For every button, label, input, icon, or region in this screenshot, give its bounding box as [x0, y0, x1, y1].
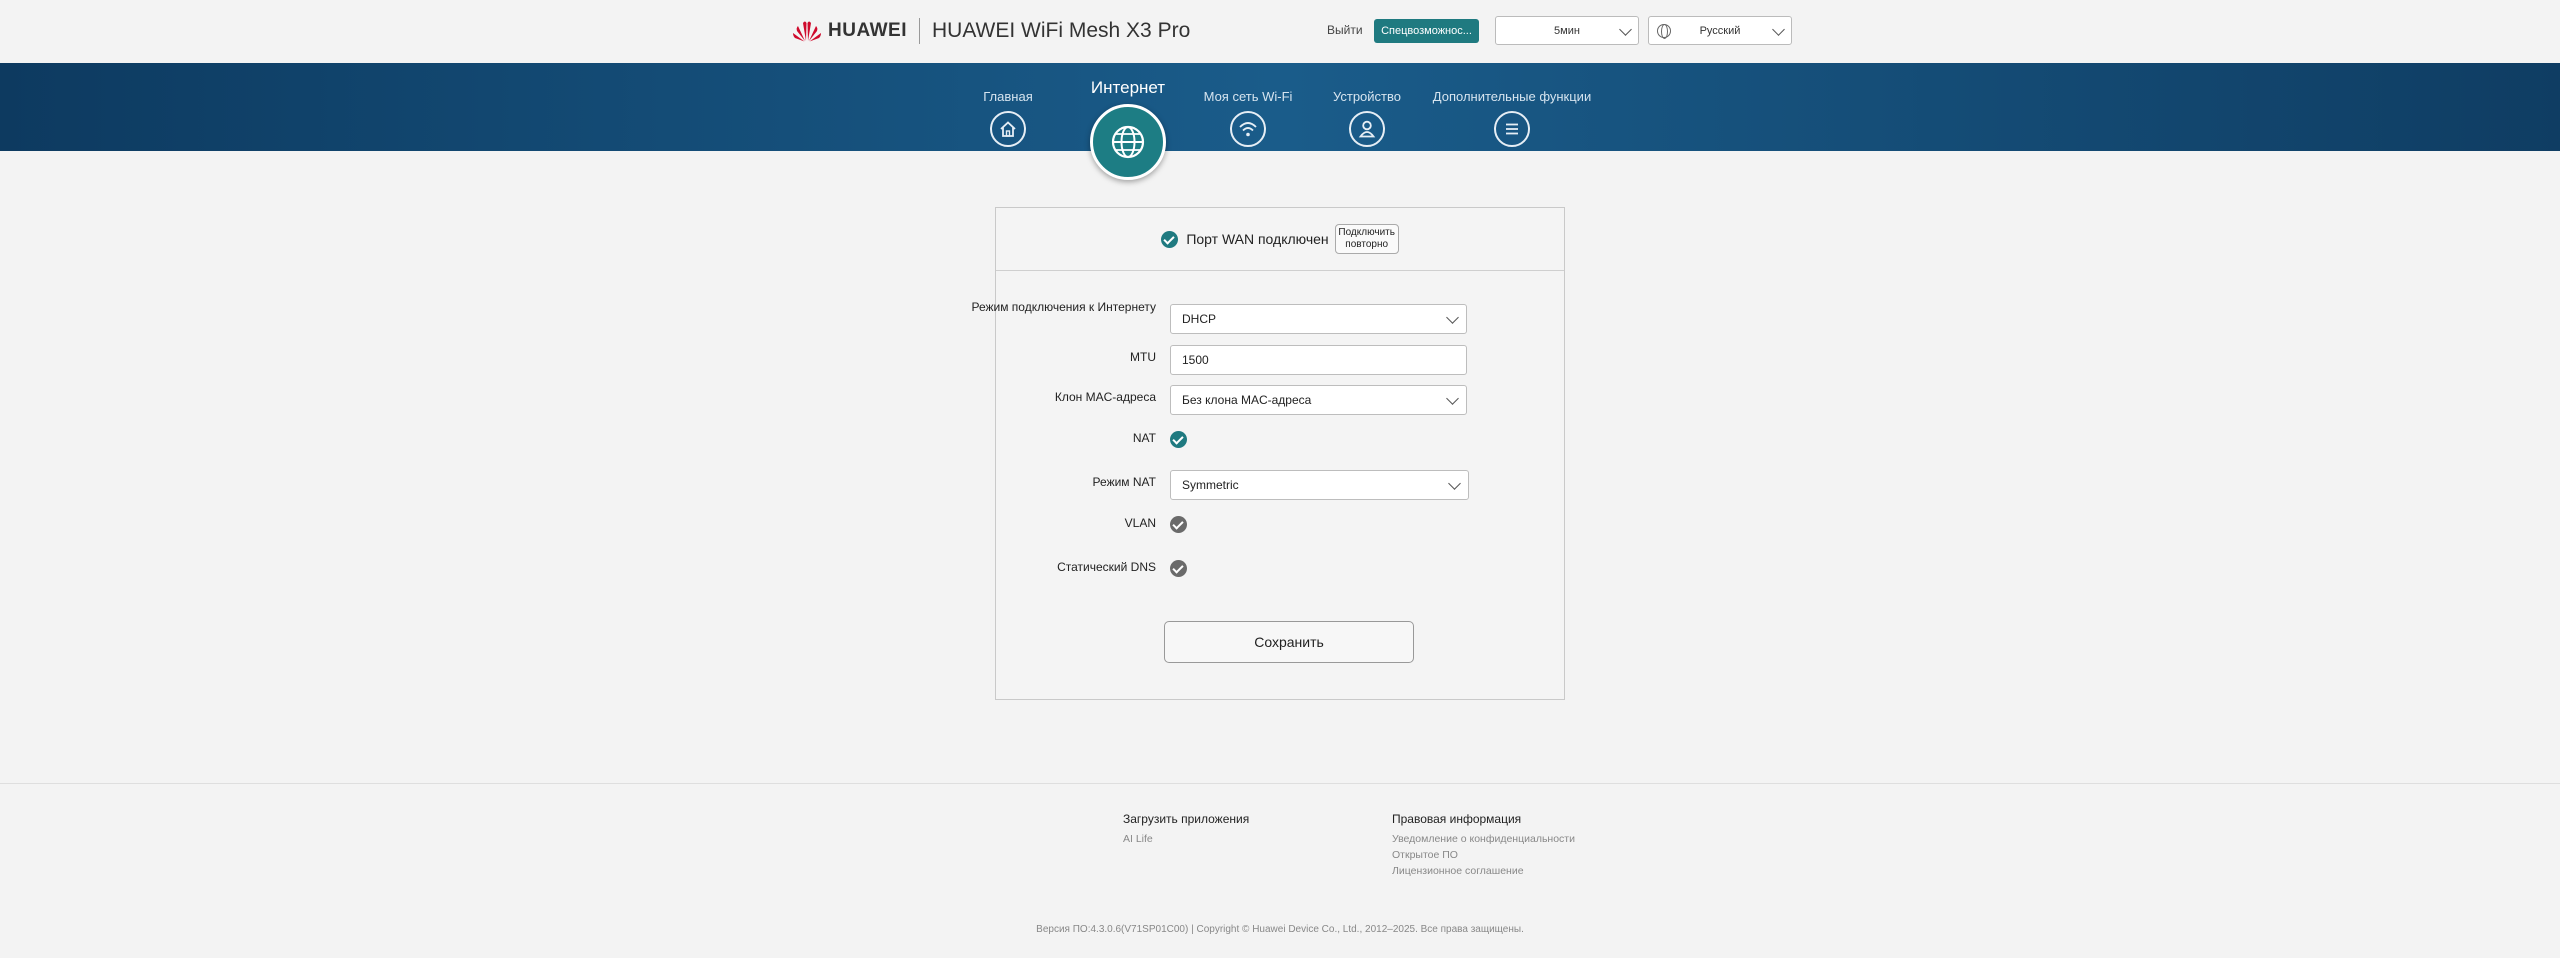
connection-mode-label: Режим подключения к Интернету — [971, 300, 1156, 314]
mtu-label: MTU — [1130, 350, 1156, 364]
check-circle-icon — [1161, 230, 1179, 248]
reconnect-button[interactable]: Подключить повторно — [1334, 224, 1399, 254]
footer-legal-title: Правовая информация — [1392, 812, 1522, 826]
timeout-select[interactable]: 5мин — [1495, 16, 1639, 45]
language-value: Русский — [1699, 24, 1741, 37]
brand-divider — [919, 18, 920, 44]
footer-link-privacy[interactable]: Уведомление о конфиденциальности — [1392, 831, 1575, 847]
nav-home[interactable]: Главная — [968, 63, 1048, 147]
mac-clone-select[interactable]: Без клона MAC-адреса — [1170, 385, 1467, 415]
nav-device[interactable]: Устройство — [1325, 63, 1409, 147]
vlan-checkbox[interactable] — [1170, 516, 1187, 533]
connection-mode-select[interactable]: DHCP — [1170, 304, 1467, 334]
nav-internet-label: Интернет — [1090, 78, 1166, 97]
mac-clone-value: Без клона MAC-адреса — [1182, 393, 1312, 407]
nav-wifi[interactable]: Моя сеть Wi-Fi — [1198, 63, 1298, 147]
connection-mode-value: DHCP — [1182, 312, 1217, 326]
nav-home-label: Главная — [983, 89, 1033, 104]
main-nav: Главная Интернет Моя сеть Wi-Fi Устройст… — [0, 63, 2560, 180]
language-select[interactable]: Русский — [1648, 16, 1792, 45]
nat-checkbox[interactable] — [1170, 431, 1187, 448]
nav-device-label: Устройство — [1332, 89, 1401, 104]
nat-label: NAT — [1132, 431, 1156, 445]
footer-link-license[interactable]: Лицензионное соглашение — [1392, 863, 1575, 879]
menu-icon — [1494, 111, 1530, 147]
footer-link-open-source[interactable]: Открытое ПО — [1392, 847, 1575, 863]
footer: Загрузить приложения AI Life Правовая ин… — [0, 783, 2560, 958]
brand: HUAWEI HUAWEI WiFi Mesh X3 Pro — [792, 16, 1190, 46]
globe-icon — [1657, 24, 1671, 39]
home-icon — [990, 111, 1026, 147]
nat-mode-select[interactable]: Symmetric — [1170, 470, 1469, 500]
footer-apps-title: Загрузить приложения — [1123, 812, 1250, 826]
brand-word: HUAWEI — [828, 20, 907, 41]
mac-clone-label: Клон MAC-адреса — [1054, 390, 1156, 404]
nav-advanced-label: Дополнительные функции — [1432, 89, 1592, 104]
chevron-down-icon — [1446, 311, 1459, 324]
huawei-logo-icon — [793, 21, 821, 42]
nat-mode-value: Symmetric — [1182, 478, 1239, 492]
wan-status-text: Порт WAN подключен — [1186, 231, 1329, 247]
top-bar: HUAWEI HUAWEI WiFi Mesh X3 Pro Выйти Спе… — [0, 0, 2560, 63]
footer-link-ai-life[interactable]: AI Life — [1123, 831, 1249, 847]
save-button[interactable]: Сохранить — [1164, 621, 1414, 663]
nav-wifi-label: Моя сеть Wi-Fi — [1203, 89, 1293, 104]
product-name: HUAWEI WiFi Mesh X3 Pro — [932, 19, 1191, 42]
user-icon — [1349, 111, 1385, 147]
chevron-down-icon — [1619, 23, 1632, 36]
footer-apps: Загрузить приложения AI Life — [1123, 812, 1249, 847]
timeout-value: 5мин — [1554, 24, 1580, 37]
static-dns-label: Статический DNS — [1057, 560, 1156, 574]
wan-status-bar: Порт WAN подключен Подключить повторно — [996, 208, 1564, 271]
copyright-text: Версия ПО:4.3.0.6(V71SP01C00) | Copyrigh… — [1036, 924, 1524, 935]
nav-advanced[interactable]: Дополнительные функции — [1432, 63, 1592, 147]
logout-link[interactable]: Выйти — [1327, 23, 1363, 37]
wifi-icon — [1230, 111, 1266, 147]
mtu-input[interactable]: 1500 — [1170, 345, 1467, 375]
nat-mode-label: Режим NAT — [1092, 475, 1156, 489]
internet-settings-card: Порт WAN подключен Подключить повторно Р… — [971, 207, 1565, 700]
chevron-down-icon — [1446, 392, 1459, 405]
chevron-down-icon — [1772, 23, 1785, 36]
mtu-value: 1500 — [1182, 353, 1209, 367]
footer-legal: Правовая информация Уведомление о конфид… — [1392, 812, 1575, 879]
nav-internet[interactable]: Интернет — [1078, 63, 1178, 180]
accessibility-button[interactable]: Спецвозможнос... — [1374, 19, 1479, 43]
chevron-down-icon — [1448, 477, 1461, 490]
vlan-label: VLAN — [1124, 516, 1156, 530]
static-dns-checkbox[interactable] — [1170, 560, 1187, 577]
globe-icon — [1090, 104, 1166, 180]
